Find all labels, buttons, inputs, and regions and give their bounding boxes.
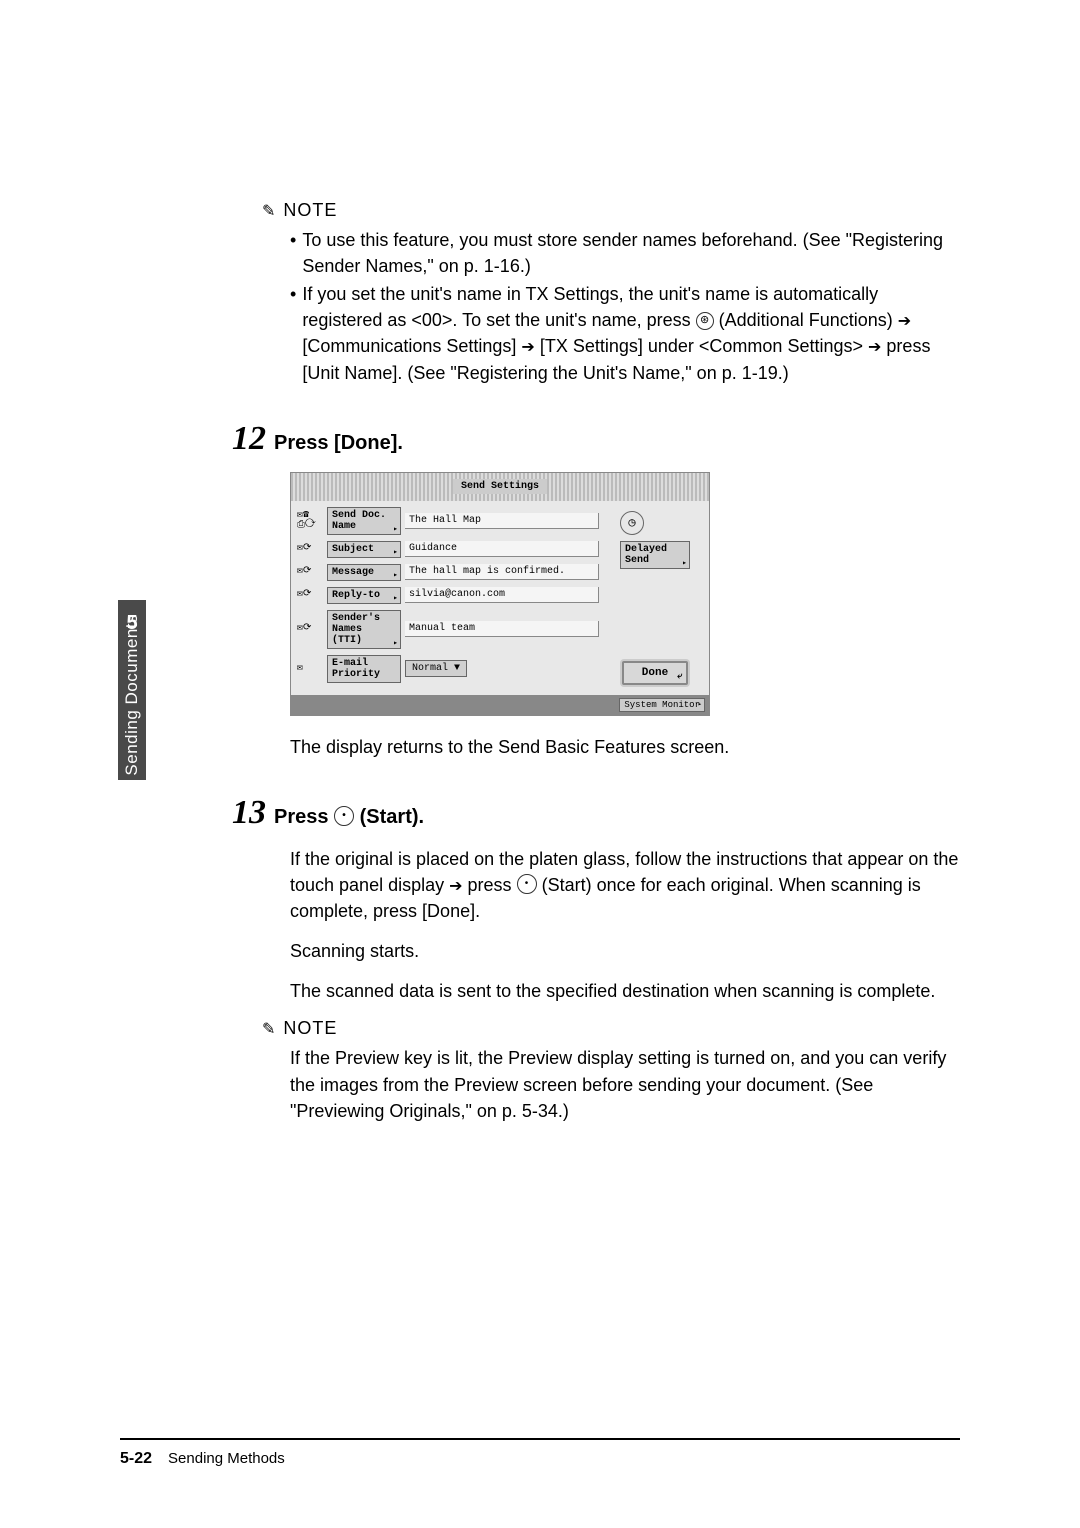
senders-names-button[interactable]: Sender's Names (TTI)	[327, 610, 401, 649]
arrow-icon: ➔	[449, 878, 462, 895]
mail-icon: ✉	[297, 664, 323, 674]
step-title: Press [Done].	[274, 432, 403, 455]
start-key-icon: •	[517, 874, 537, 894]
send-settings-screenshot: Send Settings ✉☎⎙⟳ Send Doc. Name The Ha…	[290, 472, 960, 716]
send-doc-name-row: ✉☎⎙⟳ Send Doc. Name The Hall Map	[297, 507, 599, 535]
scanned-data-sent: The scanned data is sent to the specifie…	[290, 978, 960, 1004]
section-name: Sending Methods	[168, 1450, 285, 1467]
note-bullet-2: • If you set the unit's name in TX Setti…	[290, 281, 960, 386]
scanning-starts: Scanning starts.	[290, 938, 960, 964]
screen-header: Send Settings	[291, 473, 709, 501]
senders-names-field: Manual team	[405, 621, 599, 637]
subject-field: Guidance	[405, 541, 599, 557]
message-row: ✉⟳ Message The hall map is confirmed.	[297, 564, 599, 581]
pencil-icon: ✎	[262, 201, 275, 221]
delayed-send-button[interactable]: Delayed Send	[620, 541, 690, 569]
mail-icon: ✉⟳	[297, 567, 323, 577]
screen-header-title: Send Settings	[453, 479, 547, 494]
page-number: 5-22	[120, 1450, 152, 1468]
note-bullets: • To use this feature, you must store se…	[290, 227, 960, 386]
system-monitor-button[interactable]: System Monitor	[619, 698, 705, 712]
send-doc-name-field: The Hall Map	[405, 513, 599, 529]
arrow-icon: ➔	[898, 313, 911, 330]
screen-footer: System Monitor	[291, 695, 709, 715]
additional-functions-icon: ⊛	[696, 312, 714, 330]
start-key-icon: •	[334, 806, 354, 826]
done-button[interactable]: Done	[622, 661, 688, 685]
step-13-heading: 13 Press • (Start).	[232, 794, 960, 832]
note-heading-2: ✎ NOTE	[262, 1018, 960, 1039]
reply-to-field: silvia@canon.com	[405, 587, 599, 603]
reply-to-row: ✉⟳ Reply-to silvia@canon.com	[297, 587, 599, 604]
step-title: Press • (Start).	[274, 806, 424, 829]
message-field: The hall map is confirmed.	[405, 564, 599, 580]
email-priority-dropdown[interactable]: Normal ▼	[405, 660, 467, 677]
email-priority-row: ✉ E-mail Priority Normal ▼	[297, 655, 599, 683]
note-label: NOTE	[283, 200, 337, 221]
step-12-heading: 12 Press [Done].	[232, 420, 960, 458]
senders-names-row: ✉⟳ Sender's Names (TTI) Manual team	[297, 610, 599, 649]
note-heading: ✎ NOTE	[262, 200, 960, 221]
note-label-2: NOTE	[283, 1018, 337, 1039]
note-bullet-1: • To use this feature, you must store se…	[290, 227, 960, 279]
mail-icon: ✉⟳	[297, 590, 323, 600]
arrow-icon: ➔	[868, 339, 881, 356]
mail-icon: ✉⟳	[297, 544, 323, 554]
page-footer: 5-22 Sending Methods	[120, 1438, 960, 1468]
arrow-icon: ➔	[521, 339, 534, 356]
email-priority-label: E-mail Priority	[327, 655, 401, 683]
send-doc-name-button[interactable]: Send Doc. Name	[327, 507, 401, 535]
step-12-result: The display returns to the Send Basic Fe…	[290, 734, 960, 760]
step-13-instruction: If the original is placed on the platen …	[290, 846, 960, 924]
chevron-down-icon: ▼	[454, 663, 460, 674]
chapter-title: Sending Documents	[122, 614, 142, 776]
note-2-body: If the Preview key is lit, the Preview d…	[290, 1045, 960, 1123]
pencil-icon: ✎	[262, 1019, 275, 1039]
clock-icon: ◷	[620, 511, 644, 535]
message-button[interactable]: Message	[327, 564, 401, 581]
step-number: 13	[232, 794, 266, 832]
reply-to-button[interactable]: Reply-to	[327, 587, 401, 604]
mail-icon: ✉⟳	[297, 624, 323, 634]
chapter-side-tab: 5 Sending Documents	[118, 600, 146, 780]
mail-fax-icon: ✉☎⎙⟳	[297, 511, 323, 531]
subject-row: ✉⟳ Subject Guidance	[297, 541, 599, 558]
step-number: 12	[232, 420, 266, 458]
subject-button[interactable]: Subject	[327, 541, 401, 558]
